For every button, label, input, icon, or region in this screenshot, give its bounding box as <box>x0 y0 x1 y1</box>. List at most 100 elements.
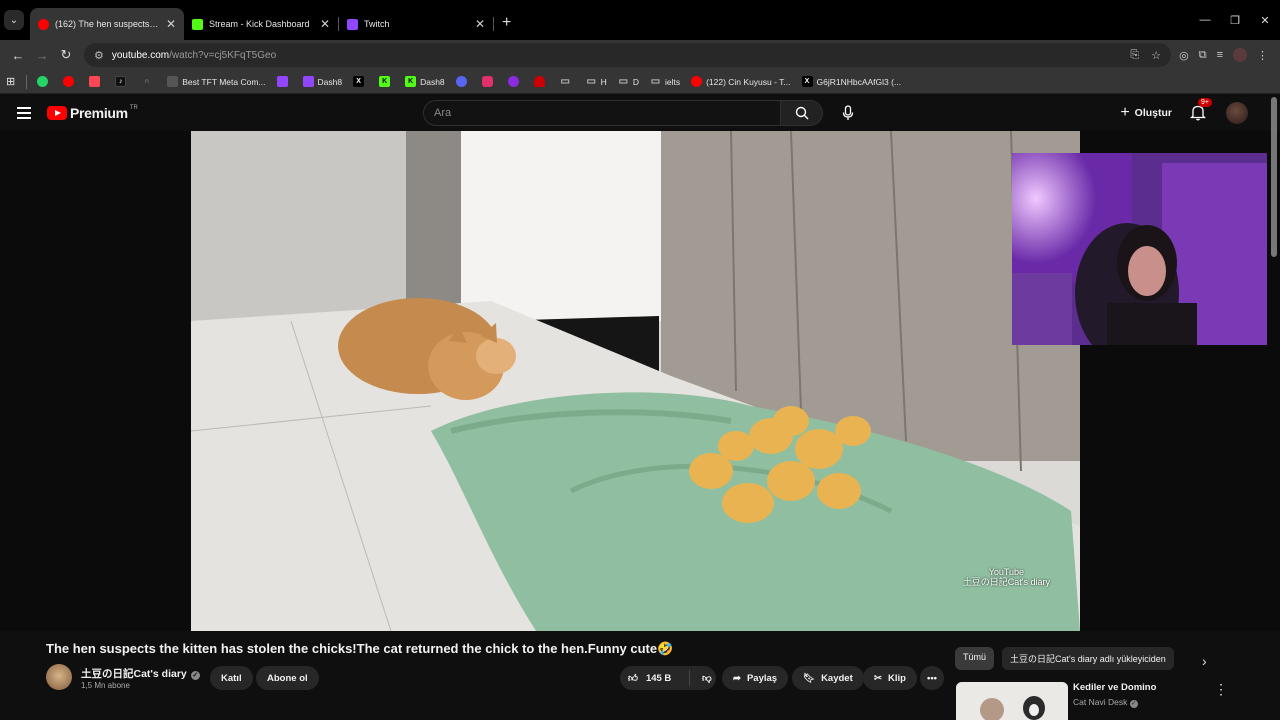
save-label: Kaydet <box>821 672 853 684</box>
close-icon[interactable]: ✕ <box>475 17 485 31</box>
scrollbar-thumb[interactable] <box>1271 97 1277 257</box>
url-host: youtube.com <box>111 49 170 61</box>
bookmark-label: Dash8 <box>317 76 343 87</box>
bookmark-x[interactable]: X <box>353 76 368 87</box>
subscribe-label: Abone ol <box>267 672 308 684</box>
recommended-title[interactable]: Kediler ve Domino <box>1073 682 1156 693</box>
voice-search-button[interactable] <box>835 100 861 126</box>
install-app-icon[interactable]: ⎘ <box>1130 49 1139 62</box>
folder-icon: ▭ <box>586 76 596 87</box>
thumbnail-image <box>956 682 1068 720</box>
youtube-play-icon <box>47 105 67 120</box>
forward-icon[interactable]: → <box>30 48 54 63</box>
bookmark-kick[interactable]: K <box>379 76 394 87</box>
recommended-thumbnail[interactable] <box>956 682 1068 720</box>
page-scrollbar[interactable] <box>1270 95 1278 710</box>
create-label: Oluştur <box>1134 106 1172 119</box>
bookmark-folder-d[interactable]: ▭ D <box>618 76 639 87</box>
browser-tab-kick[interactable]: Stream - Kick Dashboard ✕ <box>184 8 338 40</box>
more-vertical-icon[interactable]: ⋮ <box>1214 681 1228 698</box>
bookmark-instagram[interactable] <box>481 76 497 87</box>
close-icon[interactable]: ✕ <box>166 17 176 31</box>
video-player[interactable]: YouTube 土豆の日記Cat's diary <box>191 131 1080 631</box>
media-control-icon[interactable]: ≡ <box>1217 49 1223 61</box>
search-button[interactable] <box>781 100 823 126</box>
bookmark-twitch[interactable] <box>276 76 292 87</box>
bookmark-star-icon[interactable]: ☆ <box>1151 49 1161 62</box>
valorant-icon <box>89 76 101 87</box>
channel-avatar[interactable] <box>46 664 72 690</box>
bookmark-x-post[interactable]: X G6jR1NHbcAAfGl3 (... <box>801 76 902 87</box>
minimize-icon[interactable]: — <box>1190 14 1220 26</box>
browser-tab-bar: ⌄ (162) The hen suspects the kitten ✕ St… <box>0 0 1280 40</box>
channel-name-link[interactable]: 土豆の日記Cat's diary ✓ <box>81 666 200 681</box>
save-button[interactable]: 🔖︎ Kaydet <box>792 666 864 690</box>
dislike-button[interactable]: 👎︎ <box>696 672 712 684</box>
pin-icon <box>533 76 545 87</box>
bookmark-dash8-kick[interactable]: K Dash8 <box>405 76 445 87</box>
notifications-button[interactable]: 9+ <box>1189 97 1212 122</box>
bookmark-label: H <box>600 76 607 87</box>
bookmark-cin-kuyusu[interactable]: (122) Cin Kuyusu - T... <box>691 76 791 87</box>
chip-all[interactable]: Tümü <box>955 647 995 670</box>
tab-search-button[interactable]: ⌄ <box>4 10 24 30</box>
header-actions: + Oluştur 9+ <box>1120 94 1248 131</box>
chevron-right-icon[interactable]: › <box>1202 653 1207 669</box>
bookmark-dash8-twitch[interactable]: Dash8 <box>302 76 343 87</box>
reload-icon[interactable]: ↻ <box>54 47 78 63</box>
youtube-header: Premium TR Ara + Oluştur 9+ <box>0 94 1280 131</box>
bookmark-folder[interactable]: ▭ <box>560 76 575 87</box>
youtube-logo[interactable]: Premium TR <box>47 105 138 121</box>
extension-icon[interactable]: ◎ <box>1179 49 1189 62</box>
tab-title: (162) The hen suspects the kitten <box>55 19 160 29</box>
recommended-channel: Cat Navi Desk ✓ <box>1073 697 1138 708</box>
bookmark-tft[interactable]: Best TFT Meta Com... <box>167 76 266 87</box>
more-actions-button[interactable]: ••• <box>920 666 944 690</box>
bookmark-red-app[interactable] <box>533 76 549 87</box>
bookmark-label: G6jR1NHbcAAfGl3 (... <box>816 76 902 87</box>
address-bar[interactable]: ⚙ youtube.com/watch?v=cj5KFqT5Geo ⎘ ☆ <box>84 43 1172 67</box>
bookmark-valorant[interactable] <box>89 76 104 87</box>
browser-menu-icon[interactable]: ⋮ <box>1257 49 1268 62</box>
chip-from-uploader[interactable]: 土豆の日記Cat's diary adlı yükleyiciden <box>1002 647 1174 670</box>
join-button[interactable]: Katıl <box>210 666 253 690</box>
apps-grid-icon[interactable]: ⊞ <box>6 75 15 88</box>
share-button[interactable]: ➦ Paylaş <box>722 666 789 690</box>
bookmark-folder-h[interactable]: ▭ H <box>586 76 607 87</box>
bookmark-youtube[interactable] <box>63 76 78 87</box>
country-code: TR <box>129 104 138 111</box>
bookmark-icon: 🔖︎ <box>803 672 816 684</box>
create-button[interactable]: + Oluştur <box>1120 104 1172 122</box>
bookmark-folder-ielts[interactable]: ▭ ielts <box>650 76 680 87</box>
like-button[interactable]: 👍︎ 145 B <box>620 670 690 686</box>
clip-label: Klip <box>887 672 906 684</box>
restore-icon[interactable]: ❐ <box>1220 14 1250 27</box>
bookmark-purple-app[interactable] <box>507 76 523 87</box>
user-avatar[interactable] <box>1226 101 1248 124</box>
clip-button[interactable]: ✂ Klip <box>863 666 917 690</box>
more-horizontal-icon: ••• <box>927 672 937 684</box>
video-title: The hen suspects the kitten has stolen t… <box>46 641 674 656</box>
browser-tab-twitch[interactable]: Twitch ✕ <box>339 8 493 40</box>
verified-icon: ✓ <box>1129 700 1138 708</box>
new-tab-button[interactable]: + <box>502 14 511 32</box>
tiktok-icon: ♪ <box>115 76 127 87</box>
headset-icon: ∩ <box>144 78 150 85</box>
player-area: YouTube 土豆の日記Cat's diary <box>0 131 1280 631</box>
bookmark-headset[interactable]: ∩ <box>141 76 156 87</box>
browser-tab-youtube[interactable]: (162) The hen suspects the kitten ✕ <box>30 8 184 40</box>
bookmark-tiktok[interactable]: ♪ <box>115 76 130 87</box>
window-close-icon[interactable]: ✕ <box>1250 14 1280 27</box>
whatsapp-icon <box>37 76 49 87</box>
extensions-puzzle-icon[interactable]: ⧉ <box>1199 49 1207 62</box>
subscribe-button[interactable]: Abone ol <box>256 666 319 690</box>
search-input[interactable]: Ara <box>423 100 781 126</box>
profile-avatar[interactable] <box>1233 48 1247 62</box>
site-info-icon[interactable]: ⚙ <box>94 49 104 62</box>
bookmark-label: Best TFT Meta Com... <box>182 76 266 87</box>
bookmark-discord[interactable] <box>455 76 471 87</box>
menu-icon[interactable] <box>17 104 31 122</box>
close-icon[interactable]: ✕ <box>320 17 330 31</box>
back-icon[interactable]: ← <box>6 48 30 63</box>
bookmark-whatsapp[interactable] <box>37 76 52 87</box>
